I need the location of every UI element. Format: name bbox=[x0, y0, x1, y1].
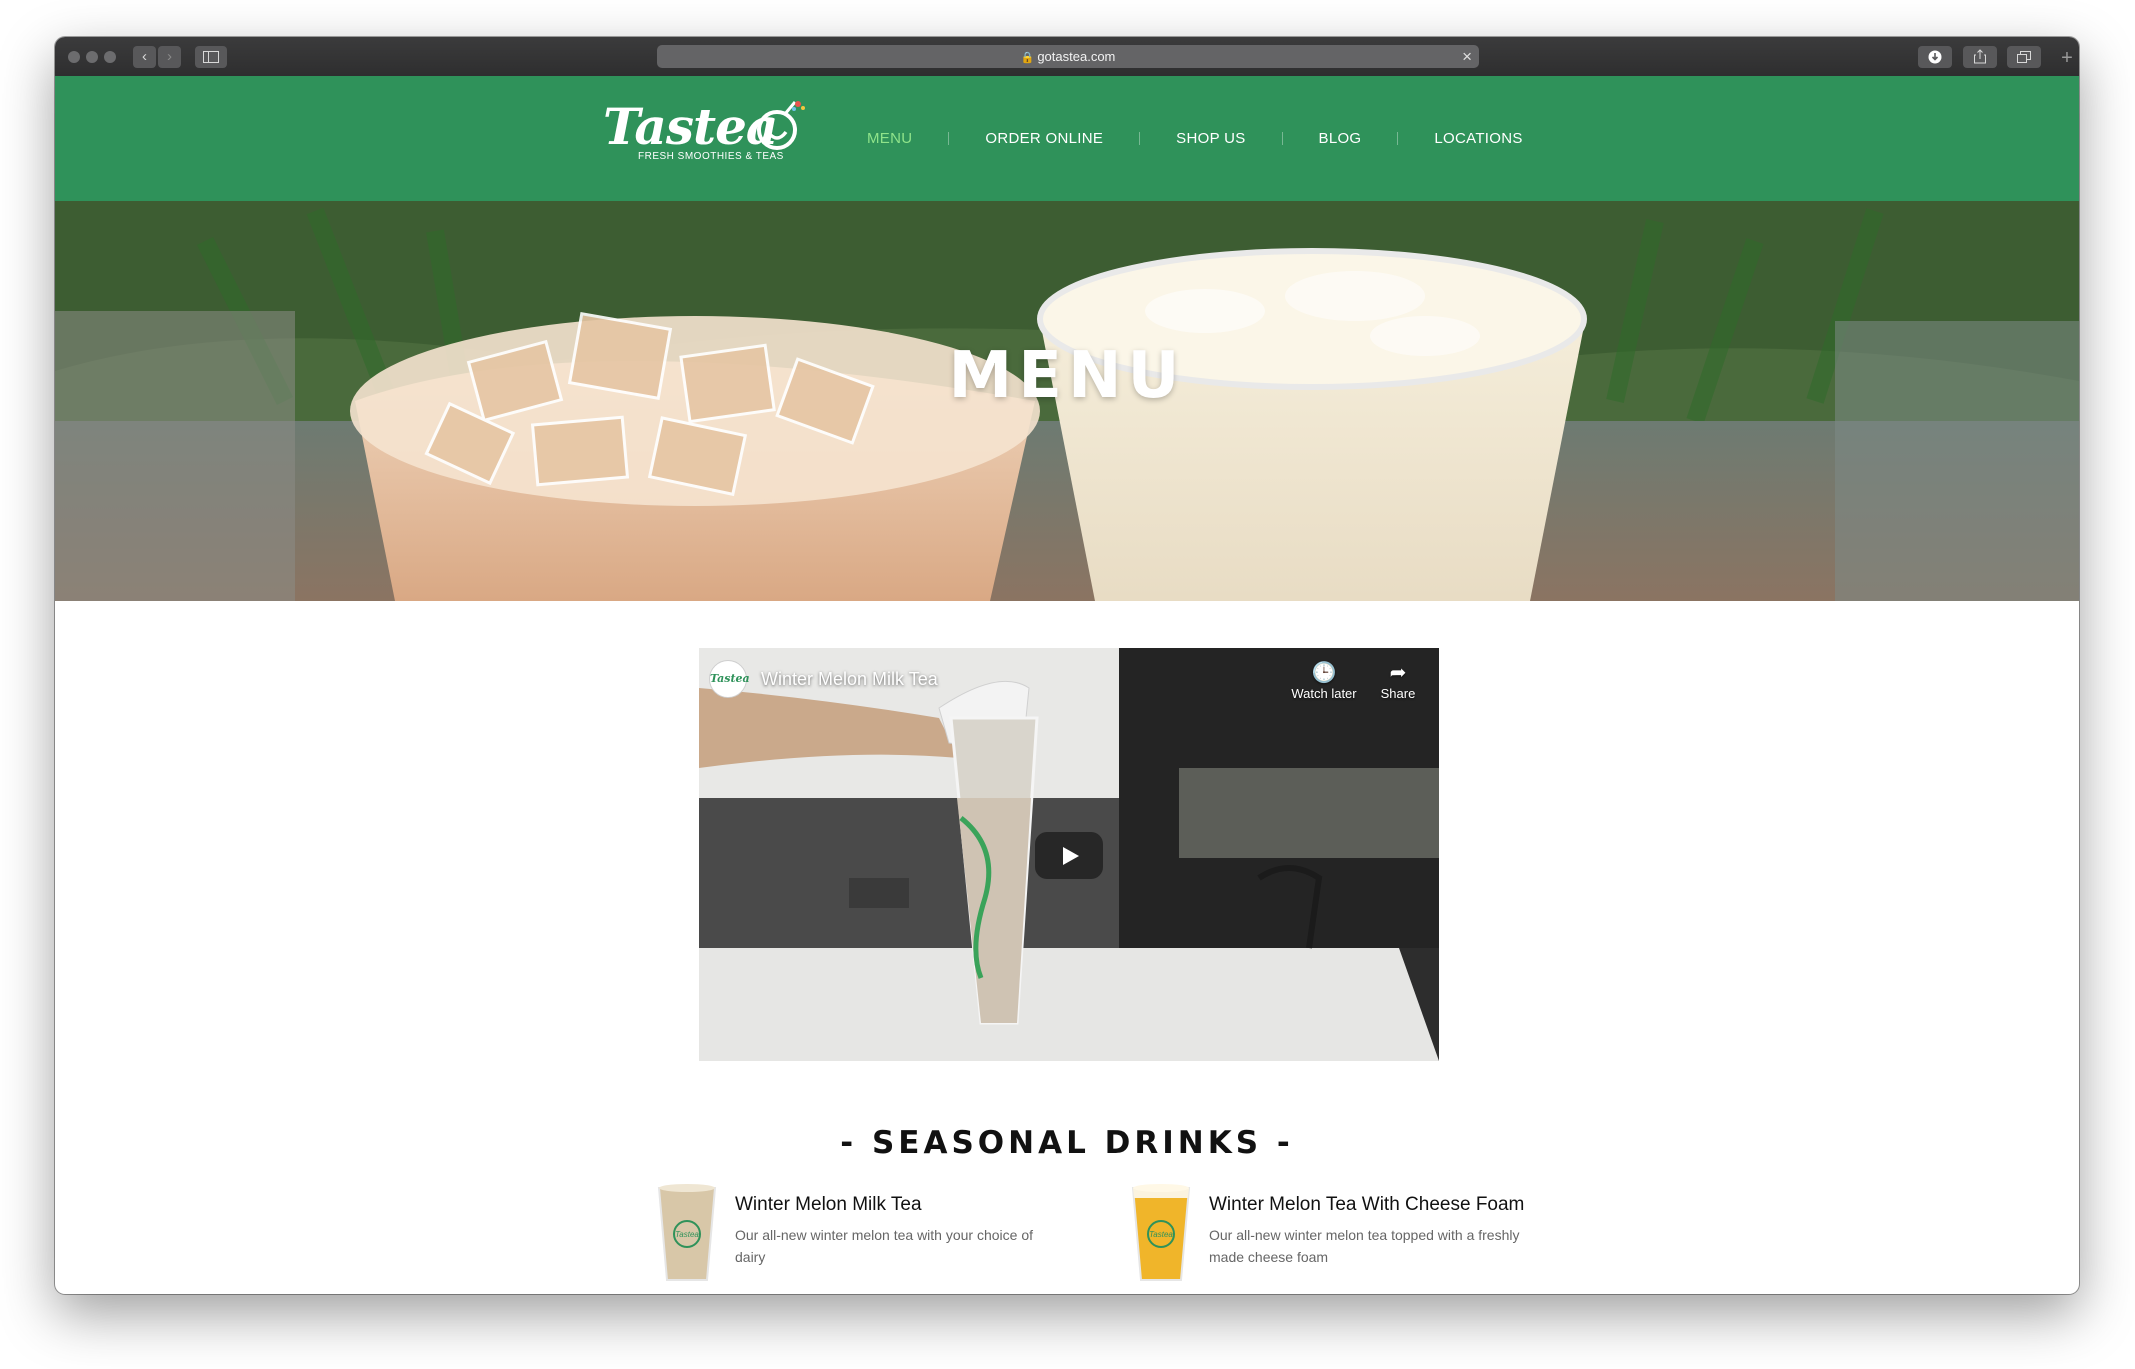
minimize-window-button[interactable] bbox=[86, 51, 98, 63]
nav-divider bbox=[1281, 132, 1283, 145]
cheese-foam-cup-image: Tastea bbox=[1131, 1184, 1191, 1281]
back-button[interactable]: ‹ bbox=[133, 46, 156, 68]
browser-window: ‹ › 🔒 gotastea.com × + Tastea FRESH SMOO… bbox=[55, 37, 2079, 1294]
tastea-logo[interactable]: Tastea FRESH SMOOTHIES & TEAS bbox=[603, 98, 813, 170]
share-button[interactable] bbox=[1963, 46, 1997, 68]
nav-shop-us[interactable]: SHOP US bbox=[1176, 130, 1245, 147]
main-nav: MENU ORDER ONLINE SHOP US BLOG LOCATIONS bbox=[867, 76, 1523, 201]
svg-text:Tastea: Tastea bbox=[675, 1230, 699, 1239]
smoothie-cup-icon bbox=[757, 101, 805, 150]
drink-name: Winter Melon Milk Tea bbox=[735, 1194, 922, 1215]
watch-later-label: Watch later bbox=[1291, 686, 1357, 701]
nav-blog[interactable]: BLOG bbox=[1319, 130, 1362, 147]
nav-divider bbox=[1397, 132, 1399, 145]
drink-card[interactable]: Tastea Winter Melon Milk Tea Our all-new… bbox=[655, 1182, 1115, 1292]
milk-tea-cup-image: Tastea bbox=[657, 1184, 717, 1281]
sidebar-icon bbox=[203, 51, 219, 63]
drink-description: Our all-new winter melon tea topped with… bbox=[1209, 1227, 1520, 1265]
download-button[interactable] bbox=[1918, 46, 1952, 68]
logo-tagline: FRESH SMOOTHIES & TEAS bbox=[638, 151, 784, 162]
play-icon[interactable] bbox=[1035, 832, 1103, 879]
browser-toolbar: ‹ › 🔒 gotastea.com × + bbox=[55, 37, 2079, 77]
share-video-button[interactable]: ➦ Share bbox=[1358, 660, 1438, 701]
back-chevron-icon: ‹ bbox=[142, 48, 147, 65]
nav-locations[interactable]: LOCATIONS bbox=[1434, 130, 1522, 147]
hero-banner: MENU bbox=[55, 201, 2079, 601]
address-bar[interactable]: 🔒 gotastea.com × bbox=[657, 45, 1479, 68]
tabs-button[interactable] bbox=[2007, 46, 2041, 68]
drink-card[interactable]: Tastea Winter Melon Tea With Cheese Foam… bbox=[1129, 1182, 1589, 1292]
new-tab-icon[interactable]: + bbox=[2055, 46, 2079, 70]
close-window-button[interactable] bbox=[68, 51, 80, 63]
nav-menu[interactable]: MENU bbox=[867, 130, 912, 147]
seasonal-heading: - SEASONAL DRINKS - bbox=[840, 1125, 1294, 1161]
drink-name: Winter Melon Tea With Cheese Foam bbox=[1209, 1194, 1525, 1215]
channel-avatar[interactable]: Tastea bbox=[709, 660, 750, 698]
nav-divider bbox=[948, 132, 950, 145]
share-arrow-icon: ➦ bbox=[1389, 662, 1407, 684]
clear-x-icon[interactable]: × bbox=[1462, 45, 1472, 68]
watch-later-button[interactable]: 🕒 Watch later bbox=[1284, 660, 1364, 701]
sidebar-button[interactable] bbox=[195, 46, 227, 68]
forward-chevron-icon: › bbox=[167, 48, 172, 65]
video-player[interactable]: Tastea Winter Melon Milk Tea 🕒 Watch lat… bbox=[699, 648, 1439, 1061]
zoom-window-button[interactable] bbox=[104, 51, 116, 63]
svg-text:Tastea: Tastea bbox=[1149, 1230, 1173, 1239]
site-header: Tastea FRESH SMOOTHIES & TEAS MENU ORDER… bbox=[55, 76, 2079, 201]
share-label: Share bbox=[1380, 686, 1416, 701]
clock-icon: 🕒 bbox=[1311, 662, 1337, 684]
download-icon bbox=[1928, 50, 1942, 64]
video-title[interactable]: Winter Melon Milk Tea bbox=[761, 669, 938, 690]
share-icon bbox=[1974, 49, 1986, 64]
page-title: MENU bbox=[948, 339, 1186, 413]
url-text: gotastea.com bbox=[1037, 49, 1116, 64]
nav-divider bbox=[1139, 132, 1141, 145]
forward-button[interactable]: › bbox=[158, 46, 181, 68]
drink-description: Our all-new winter melon tea with your c… bbox=[735, 1227, 1034, 1265]
lock-icon: 🔒 bbox=[1020, 52, 1035, 64]
nav-order-online[interactable]: ORDER ONLINE bbox=[985, 130, 1103, 147]
tabs-icon bbox=[2017, 51, 2031, 63]
